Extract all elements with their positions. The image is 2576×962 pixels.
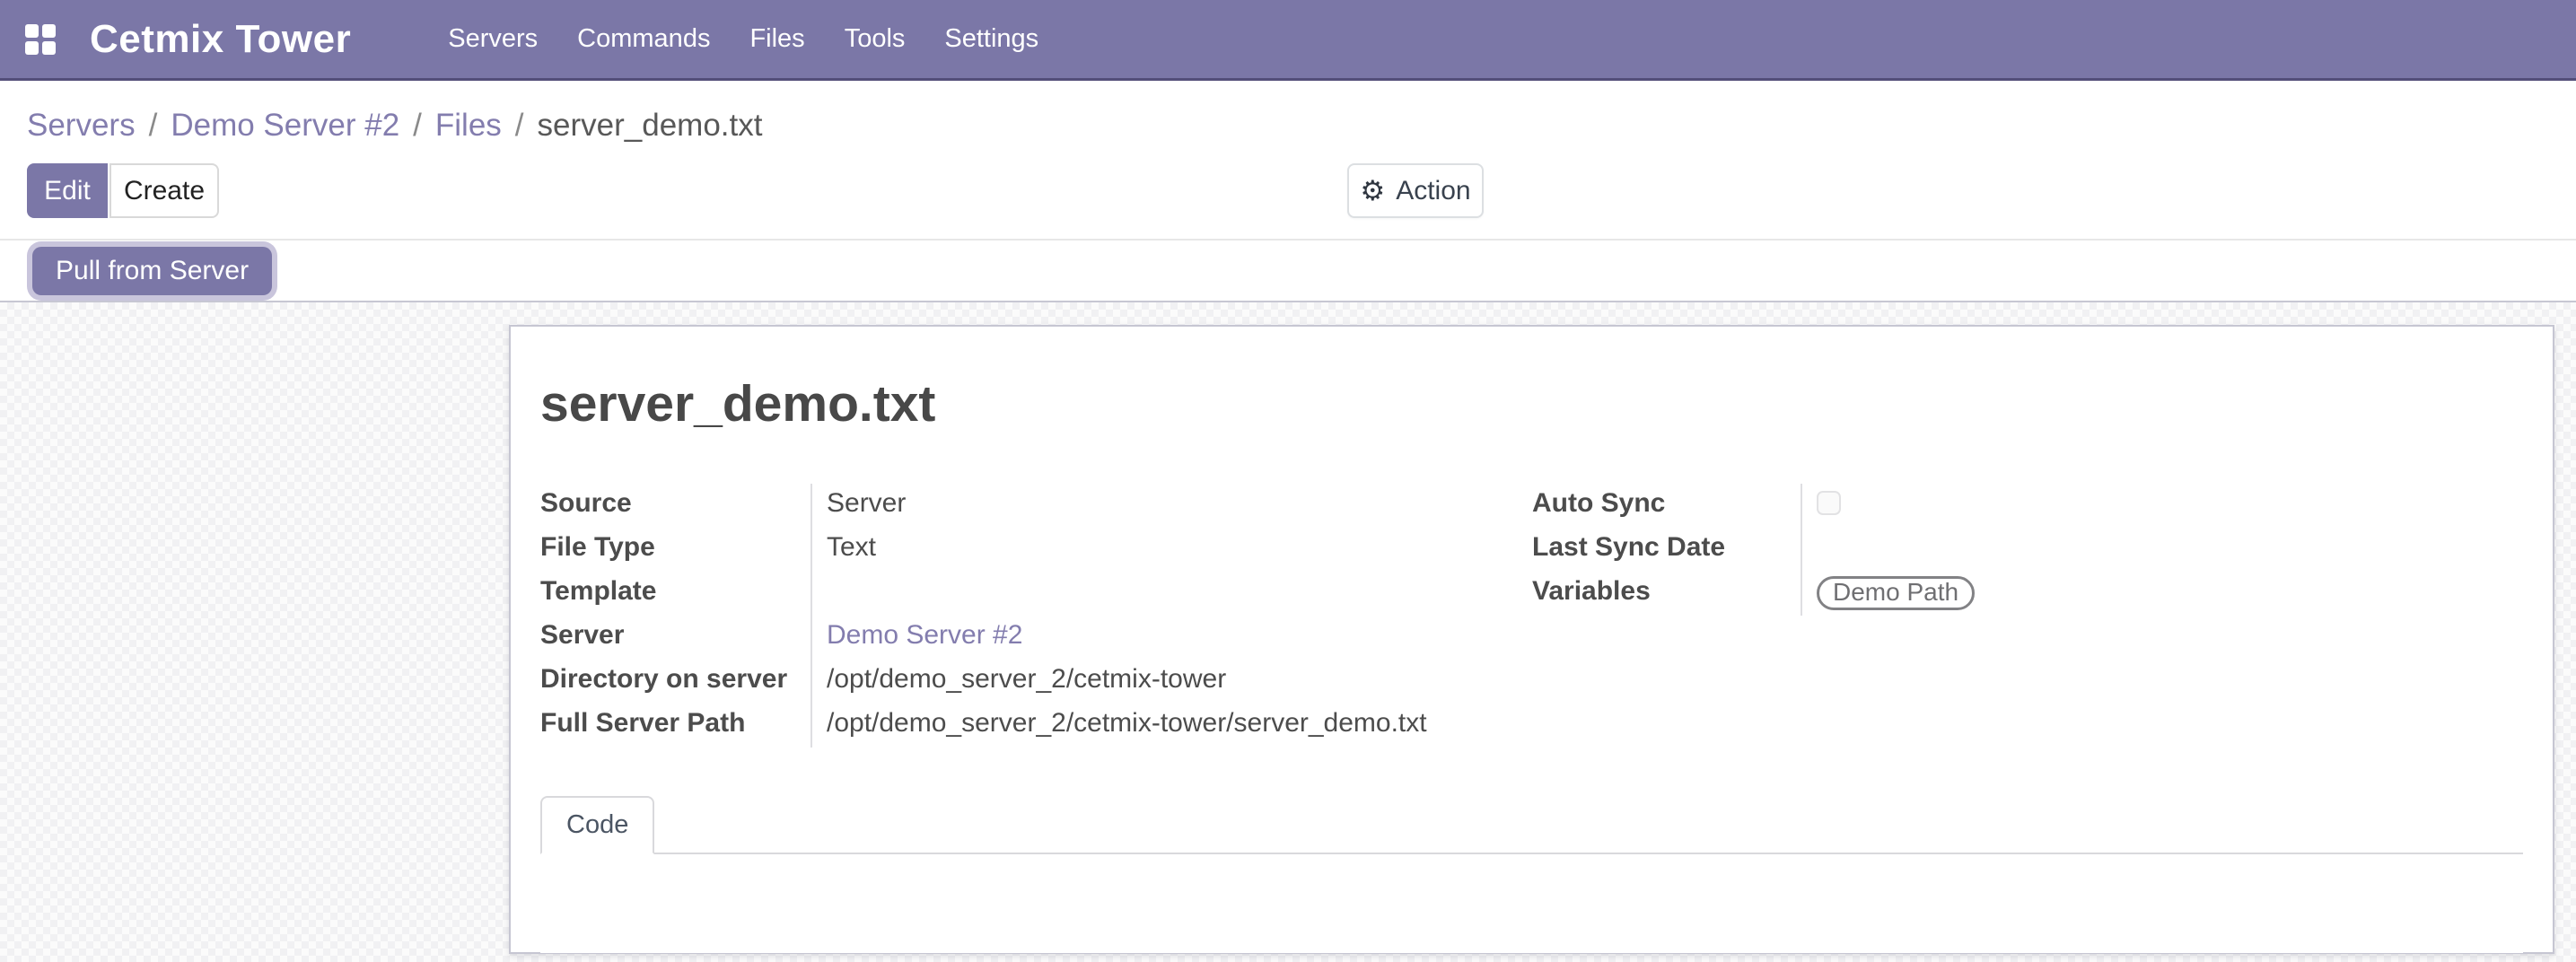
pull-from-server-button[interactable]: Pull from Server: [32, 247, 272, 295]
breadcrumb-separator: /: [515, 108, 524, 144]
notebook: Code: [540, 796, 2523, 953]
field-label-auto-sync: Auto Sync: [1532, 484, 1802, 528]
breadcrumb-separator: /: [413, 108, 422, 144]
field-value-auto-sync: [1802, 484, 2523, 528]
record-title: server_demo.txt: [540, 373, 2523, 434]
menu-item-settings[interactable]: Settings: [944, 24, 1038, 54]
form-sheet: server_demo.txt Source Server File Type …: [509, 325, 2554, 954]
field-label-directory-on-server: Directory on server: [540, 660, 812, 704]
breadcrumb-servers[interactable]: Servers: [27, 108, 136, 144]
create-button[interactable]: Create: [110, 163, 219, 218]
field-label-variables: Variables: [1532, 572, 1802, 616]
main-menu: Servers Commands Files Tools Settings: [448, 24, 1038, 54]
menu-item-commands[interactable]: Commands: [577, 24, 710, 54]
control-panel: Servers / Demo Server #2 / Files / serve…: [0, 81, 2576, 302]
field-value-file-type: Text: [812, 528, 1532, 572]
notebook-tab-header: Code: [540, 796, 2523, 854]
menu-item-files[interactable]: Files: [749, 24, 804, 54]
field-label-template: Template: [540, 572, 812, 616]
field-value-last-sync-date: [1802, 528, 2523, 572]
action-button-label: Action: [1396, 176, 1470, 206]
field-value-full-server-path: /opt/demo_server_2/cetmix-tower/server_d…: [812, 704, 1532, 748]
auto-sync-checkbox[interactable]: [1817, 491, 1841, 515]
field-label-last-sync-date: Last Sync Date: [1532, 528, 1802, 572]
apps-grid-icon[interactable]: [25, 24, 56, 55]
field-value-directory-on-server: /opt/demo_server_2/cetmix-tower: [812, 660, 1532, 704]
field-label-full-server-path: Full Server Path: [540, 704, 812, 748]
menu-item-tools[interactable]: Tools: [845, 24, 906, 54]
variable-tag-demo-path[interactable]: Demo Path: [1817, 576, 1975, 610]
field-group-left: Source Server File Type Text Template Se…: [540, 484, 1532, 748]
field-value-source: Server: [812, 484, 1532, 528]
tab-code-content: [540, 854, 2523, 953]
field-label-server: Server: [540, 616, 812, 660]
app-brand-title[interactable]: Cetmix Tower: [90, 17, 351, 62]
breadcrumb-separator: /: [149, 108, 158, 144]
tab-code[interactable]: Code: [540, 796, 654, 854]
breadcrumb: Servers / Demo Server #2 / Files / serve…: [27, 108, 2576, 144]
breadcrumb-files[interactable]: Files: [435, 108, 502, 144]
field-value-server-link[interactable]: Demo Server #2: [812, 616, 1532, 660]
field-label-source: Source: [540, 484, 812, 528]
top-navbar: Cetmix Tower Servers Commands Files Tool…: [0, 0, 2576, 81]
breadcrumb-demo-server-2[interactable]: Demo Server #2: [171, 108, 399, 144]
field-label-file-type: File Type: [540, 528, 812, 572]
field-value-template: [812, 572, 1532, 616]
breadcrumb-current-record: server_demo.txt: [538, 108, 763, 144]
action-menu-button[interactable]: ⚙ Action: [1347, 163, 1484, 218]
statusbar: Pull from Server: [0, 239, 2576, 302]
menu-item-servers[interactable]: Servers: [448, 24, 538, 54]
field-group-right: Auto Sync Last Sync Date Variables Demo …: [1532, 484, 2523, 748]
form-view-background: server_demo.txt Source Server File Type …: [0, 302, 2576, 962]
field-value-variables: Demo Path: [1802, 572, 2523, 616]
gear-icon: ⚙: [1360, 177, 1385, 205]
edit-button[interactable]: Edit: [27, 163, 108, 218]
